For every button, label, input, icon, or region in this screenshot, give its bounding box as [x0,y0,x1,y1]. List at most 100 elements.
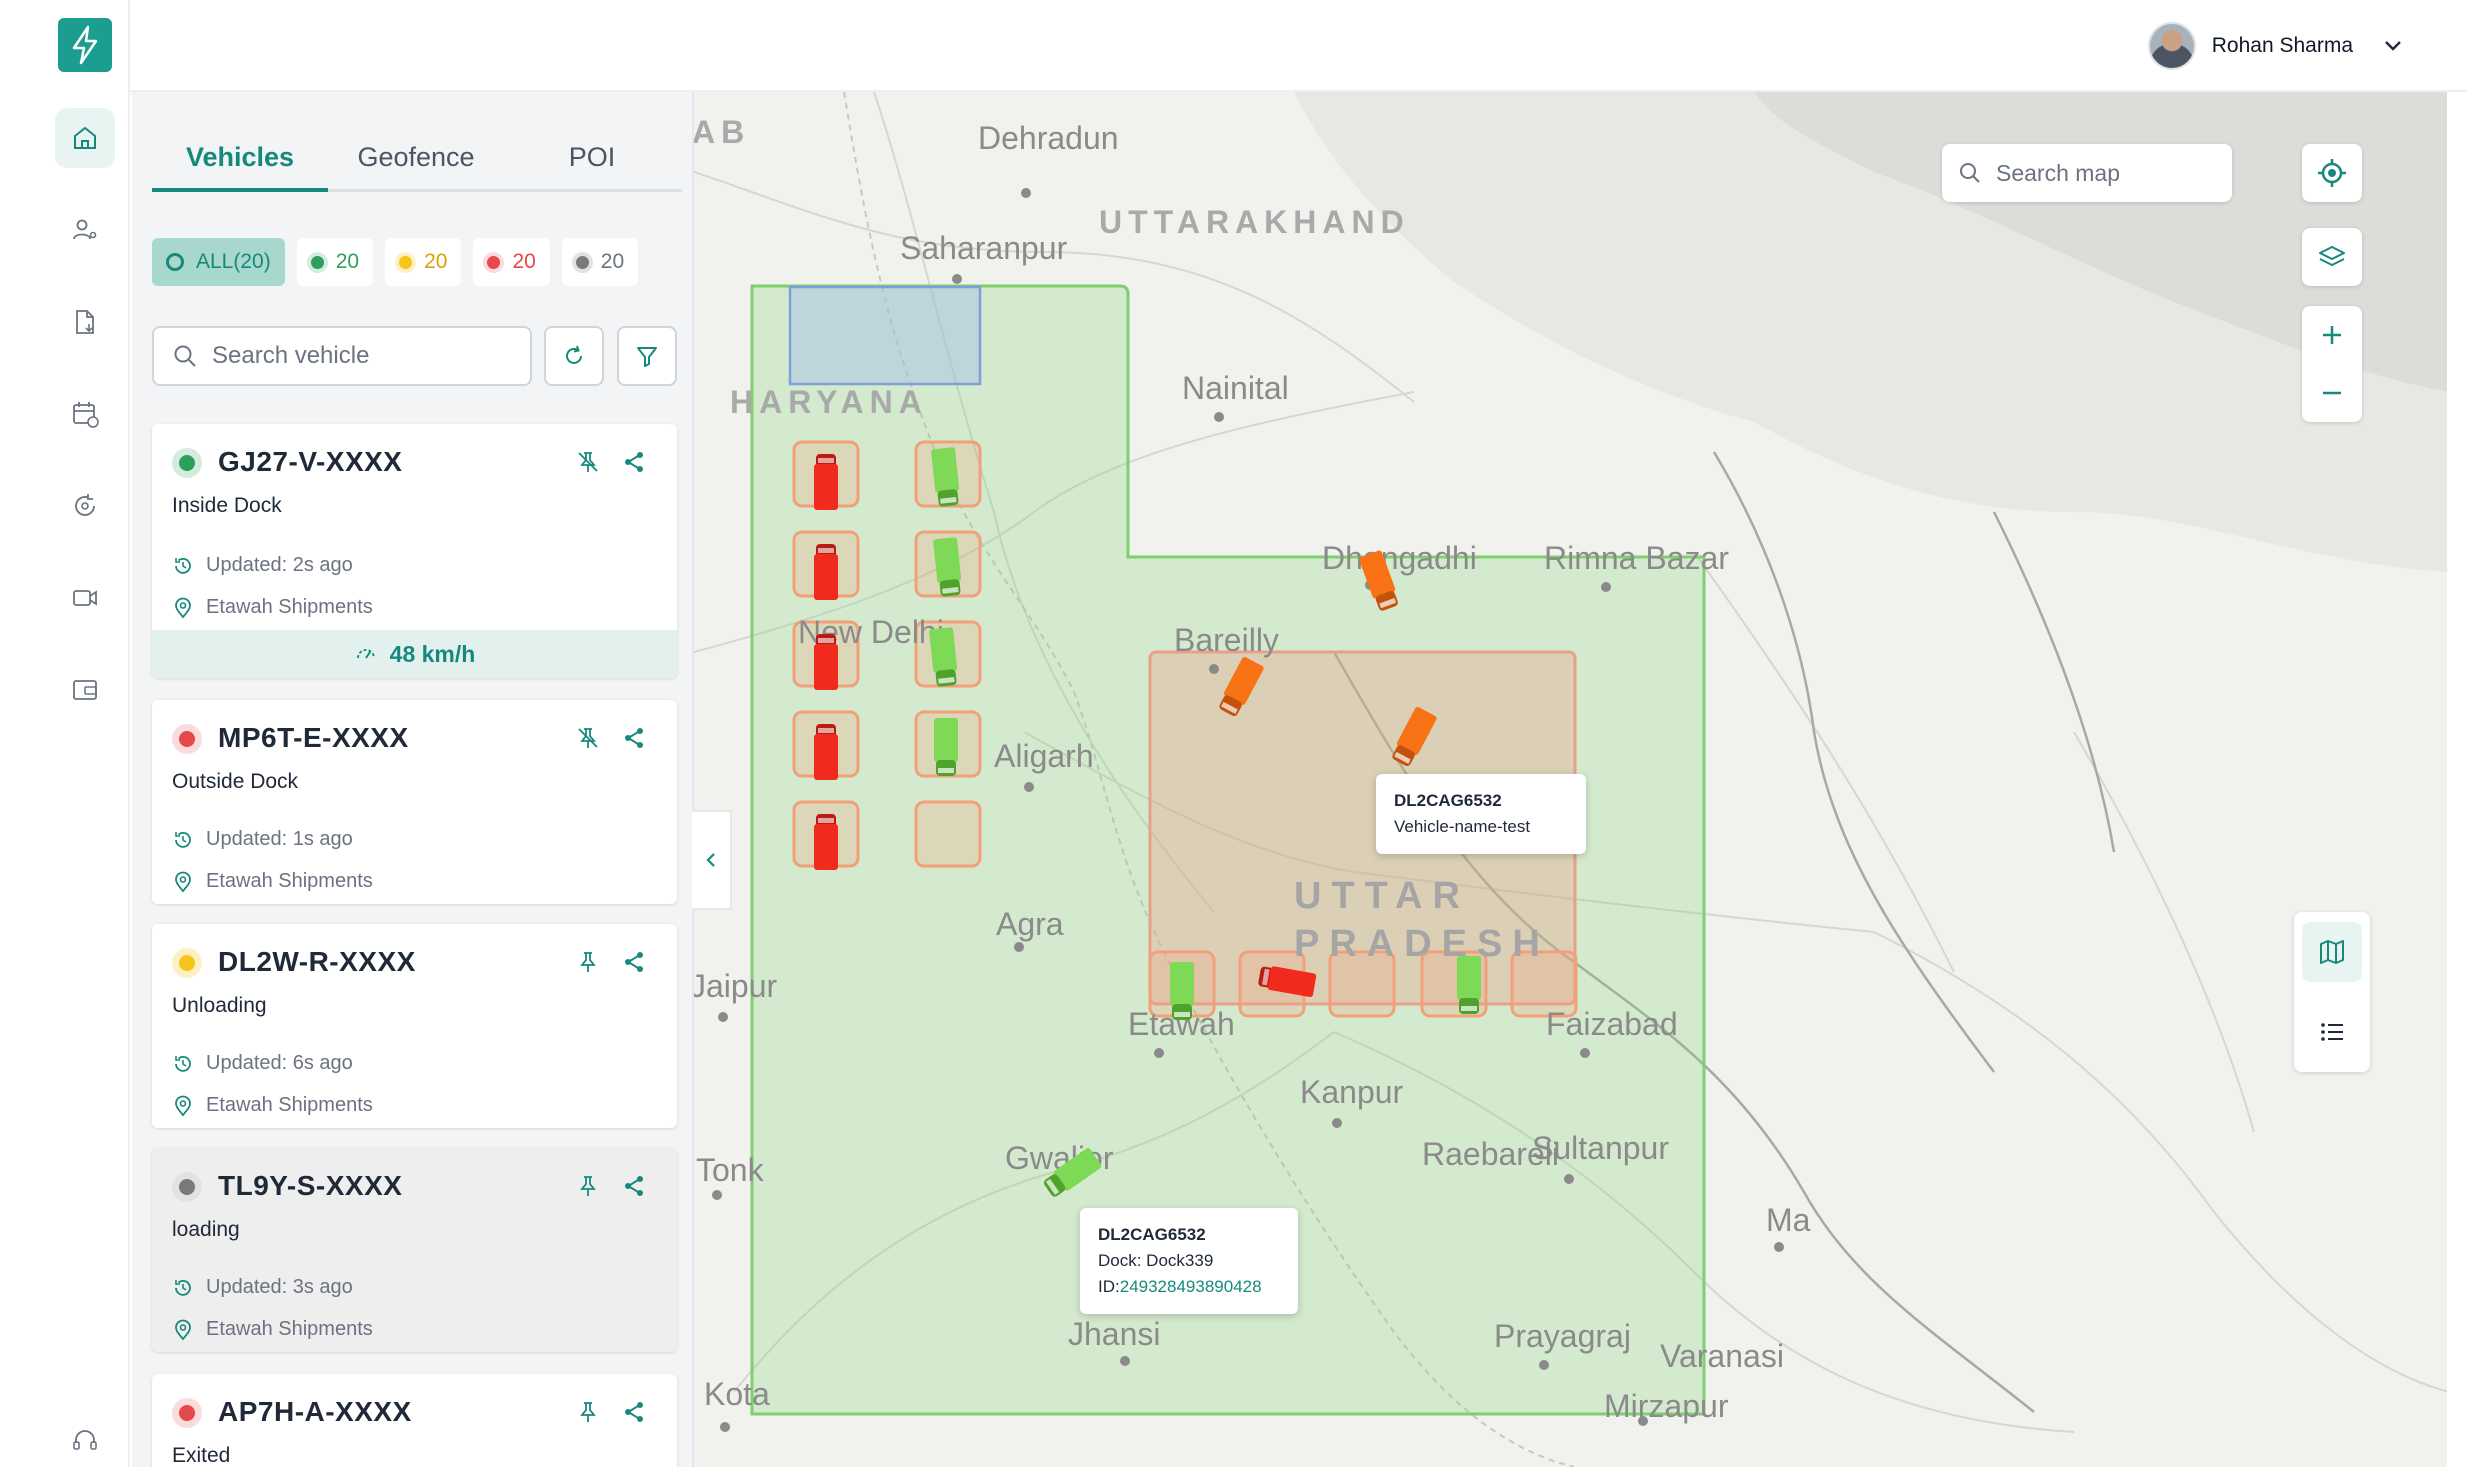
map-view-button[interactable] [2302,922,2362,982]
map-label: Saharanpur [900,230,1068,266]
truck-marker-red[interactable] [812,724,840,782]
search-icon [174,345,196,367]
vehicle-plate: TL9Y-S-XXXX [218,1170,403,1201]
location-text: Etawah Shipments [206,1094,373,1116]
vehicle-card[interactable]: AP7H-A-XXXX Exited [152,1374,677,1467]
truck-marker-red[interactable] [812,454,840,512]
user-avatar[interactable] [2147,22,2196,70]
locate-button[interactable] [2302,144,2362,202]
app-logo[interactable] [58,18,112,72]
city-dot [1154,1048,1164,1058]
map-label: Faizabad [1546,1006,1678,1042]
share-button[interactable] [618,946,650,978]
share-icon [625,1402,643,1422]
up-label-line: PRADESH [1294,923,1550,965]
geofence-zone-blue[interactable] [788,285,982,386]
truck-marker-green[interactable] [932,718,960,778]
map-label: Aligarh [994,738,1094,774]
filter-green[interactable]: 20 [296,238,374,286]
filter-button[interactable] [617,326,677,386]
vehicle-card[interactable]: DL2W-R-XXXX Unloading Updated: 6s ago Et… [152,924,677,1128]
list-view-button[interactable] [2302,1002,2362,1062]
city-dot [720,1422,730,1432]
truck-marker-green[interactable] [1455,956,1483,1016]
history-icon [175,557,191,574]
filter-count: 20 [424,250,448,273]
truck-marker-red[interactable] [812,634,840,692]
user-menu[interactable]: Rohan Sharma [2147,20,2407,72]
map-view[interactable]: AB Dehradun UTTARAKHAND Saharanpur HARYA… [692,92,2447,1467]
vehicle-search-input[interactable] [212,342,502,370]
user-name: Rohan Sharma [2211,34,2353,57]
document-download-icon [76,310,94,334]
truck-marker-green[interactable] [1168,962,1196,1022]
zoom-control [2302,306,2362,422]
city-dot [1580,1048,1590,1058]
map-label: Jhansi [1068,1316,1161,1352]
pin-button[interactable] [572,946,604,978]
tab-geofence[interactable]: Geofence [328,132,504,189]
city-dot [1209,664,1219,674]
lightning-bolt-icon [72,25,98,65]
layers-control [2302,228,2362,286]
filter-all[interactable]: ALL(20) [152,238,285,286]
nav-documents[interactable] [55,292,115,352]
status-indicator [172,1398,202,1428]
pin-button[interactable] [572,1396,604,1428]
map-label: Kanpur [1300,1074,1404,1110]
map-label: UTTARAKHAND [1099,204,1410,240]
vehicle-card[interactable]: TL9Y-S-XXXX loading Updated: 3s ago Etaw… [152,1148,677,1352]
pin-button[interactable] [572,446,604,478]
headset-icon [73,1430,97,1450]
location-text: Etawah Shipments [206,870,373,892]
collapse-panel-button[interactable] [692,810,732,910]
city-dot [1601,582,1611,592]
pin-button[interactable] [572,1170,604,1202]
layers-button[interactable] [2302,228,2362,286]
tooltip-id-label: ID: [1098,1277,1120,1296]
vehicle-state: loading [172,1218,240,1241]
chevron-down-icon[interactable] [2379,32,2407,60]
refresh-button[interactable] [544,326,604,386]
vehicle-state: Outside Dock [172,770,299,793]
vehicle-card[interactable]: MP6T-E-XXXX Outside Dock Updated: 1s ago… [152,700,677,904]
tooltip-title: DL2CAG6532 [1394,791,1502,810]
nav-routes[interactable] [55,476,115,536]
tooltip-id-value[interactable]: 249328493890428 [1120,1277,1262,1296]
city-dot [952,274,962,284]
share-button[interactable] [618,722,650,754]
share-button[interactable] [618,1170,650,1202]
city-dot [1332,1118,1342,1128]
filter-red[interactable]: 20 [473,238,550,286]
nav-wallet[interactable] [55,660,115,720]
filter-yellow[interactable]: 20 [385,238,462,286]
map-label: Dehradun [978,120,1119,156]
pin-button[interactable] [572,722,604,754]
share-button[interactable] [618,446,650,478]
nav-video[interactable] [55,568,115,628]
pin-icon [580,1402,596,1422]
tooltip-line: Vehicle-name-test [1394,817,1531,836]
zoom-in-button[interactable] [2302,306,2362,364]
location-pin-icon [175,1319,191,1340]
truck-marker-red[interactable] [812,544,840,602]
share-button[interactable] [618,1396,650,1428]
filter-grey[interactable]: 20 [561,238,639,286]
vehicle-card[interactable]: GJ27-V-XXXX Inside Dock Updated: 2s ago … [152,424,677,678]
nav-schedule[interactable] [55,384,115,444]
nav-home[interactable] [55,108,115,168]
vehicle-state: Unloading [172,994,267,1017]
nav-support[interactable] [55,1410,115,1467]
truck-marker-red[interactable] [812,814,840,872]
filter-count: 20 [335,250,360,273]
wallet-icon [73,680,97,700]
zoom-out-button[interactable] [2302,364,2362,422]
tab-poi[interactable]: POI [504,132,680,189]
nav-users[interactable] [55,200,115,260]
vehicle-plate: MP6T-E-XXXX [218,722,409,753]
tab-vehicles[interactable]: Vehicles [152,132,328,192]
map-label: HARYANA [730,384,928,420]
status-dot-green [310,255,324,269]
map-label: Agra [996,906,1064,942]
map-search-input[interactable] [1996,159,2216,187]
